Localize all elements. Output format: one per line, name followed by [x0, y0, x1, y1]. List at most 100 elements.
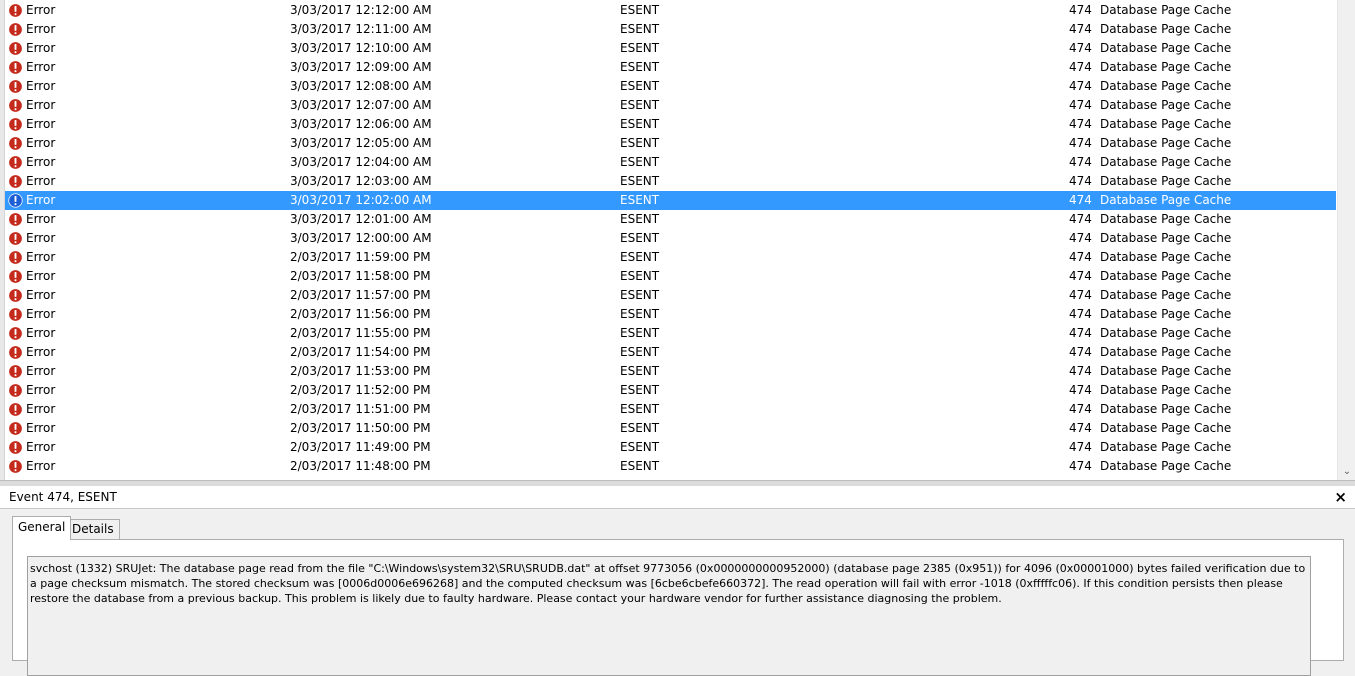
event-id-cell: 474: [1069, 3, 1092, 17]
event-id-cell: 474: [1069, 440, 1092, 454]
event-id-cell: 474: [1069, 421, 1092, 435]
level-cell: Error: [26, 3, 56, 17]
table-row[interactable]: Error 2/03/2017 11:54:00 PM ESENT 474 Databa…: [5, 343, 1336, 362]
vertical-scrollbar[interactable]: ⌄: [1337, 0, 1355, 480]
event-id-cell: 474: [1069, 117, 1092, 131]
event-id-cell: 474: [1069, 250, 1092, 264]
scroll-down-arrow-icon[interactable]: ⌄: [1338, 465, 1355, 479]
table-row[interactable]: Error 3/03/2017 12:02:00 AM ESENT 474 Databa…: [5, 191, 1336, 210]
level-cell: Error: [26, 193, 56, 207]
error-icon: [8, 440, 23, 455]
source-cell: ESENT: [620, 288, 660, 302]
level-cell: Error: [26, 22, 56, 36]
error-icon: [8, 345, 23, 360]
event-description[interactable]: svchost (1332) SRUJet: The database page…: [27, 556, 1311, 676]
task-category-cell: Database Page Cache: [1100, 383, 1232, 397]
source-cell: ESENT: [620, 440, 660, 454]
task-category-cell: Database Page Cache: [1100, 22, 1232, 36]
table-row[interactable]: Error 3/03/2017 12:07:00 AM ESENT 474 Databa…: [5, 96, 1336, 115]
task-category-cell: Database Page Cache: [1100, 98, 1232, 112]
table-row[interactable]: Error 3/03/2017 12:06:00 AM ESENT 474 Databa…: [5, 115, 1336, 134]
level-cell: Error: [26, 250, 56, 264]
table-row[interactable]: Error 3/03/2017 12:09:00 AM ESENT 474 Databa…: [5, 58, 1336, 77]
error-icon: [8, 402, 23, 417]
task-category-cell: Database Page Cache: [1100, 307, 1232, 321]
table-row[interactable]: Error 3/03/2017 12:00:00 AM ESENT 474 Databa…: [5, 229, 1336, 248]
level-cell: Error: [26, 98, 56, 112]
error-icon: [8, 193, 23, 208]
date-cell: 2/03/2017 11:57:00 PM: [290, 288, 431, 302]
date-cell: 3/03/2017 12:10:00 AM: [290, 41, 432, 55]
task-category-cell: Database Page Cache: [1100, 79, 1232, 93]
level-cell: Error: [26, 231, 56, 245]
level-cell: Error: [26, 117, 56, 131]
task-category-cell: Database Page Cache: [1100, 250, 1232, 264]
table-row[interactable]: Error 3/03/2017 12:01:00 AM ESENT 474 Databa…: [5, 210, 1336, 229]
task-category-cell: Database Page Cache: [1100, 193, 1232, 207]
level-cell: Error: [26, 383, 56, 397]
date-cell: 2/03/2017 11:52:00 PM: [290, 383, 431, 397]
event-list[interactable]: Error 3/03/2017 12:12:00 AM ESENT 474 Databa…: [5, 1, 1336, 476]
task-category-cell: Database Page Cache: [1100, 136, 1232, 150]
source-cell: ESENT: [620, 136, 660, 150]
close-icon[interactable]: ×: [1334, 486, 1347, 508]
level-cell: Error: [26, 440, 56, 454]
source-cell: ESENT: [620, 41, 660, 55]
tab-details[interactable]: Details: [66, 519, 120, 539]
event-id-cell: 474: [1069, 231, 1092, 245]
source-cell: ESENT: [620, 174, 660, 188]
error-icon: [8, 383, 23, 398]
table-row[interactable]: Error 2/03/2017 11:59:00 PM ESENT 474 Databa…: [5, 248, 1336, 267]
date-cell: 2/03/2017 11:49:00 PM: [290, 440, 431, 454]
table-row[interactable]: Error 2/03/2017 11:56:00 PM ESENT 474 Databa…: [5, 305, 1336, 324]
table-row[interactable]: Error 3/03/2017 12:08:00 AM ESENT 474 Databa…: [5, 77, 1336, 96]
task-category-cell: Database Page Cache: [1100, 269, 1232, 283]
event-id-cell: 474: [1069, 345, 1092, 359]
date-cell: 3/03/2017 12:07:00 AM: [290, 98, 432, 112]
event-id-cell: 474: [1069, 212, 1092, 226]
table-row[interactable]: Error 2/03/2017 11:51:00 PM ESENT 474 Databa…: [5, 400, 1336, 419]
error-icon: [8, 136, 23, 151]
detail-title: Event 474, ESENT: [9, 490, 117, 504]
date-cell: 2/03/2017 11:50:00 PM: [290, 421, 431, 435]
table-row[interactable]: Error 2/03/2017 11:53:00 PM ESENT 474 Databa…: [5, 362, 1336, 381]
event-id-cell: 474: [1069, 364, 1092, 378]
table-row[interactable]: Error 3/03/2017 12:03:00 AM ESENT 474 Databa…: [5, 172, 1336, 191]
event-id-cell: 474: [1069, 193, 1092, 207]
source-cell: ESENT: [620, 326, 660, 340]
event-id-cell: 474: [1069, 383, 1092, 397]
level-cell: Error: [26, 136, 56, 150]
event-id-cell: 474: [1069, 136, 1092, 150]
tab-general[interactable]: General: [12, 516, 72, 540]
table-row[interactable]: Error 3/03/2017 12:04:00 AM ESENT 474 Databa…: [5, 153, 1336, 172]
table-row[interactable]: Error 2/03/2017 11:49:00 PM ESENT 474 Databa…: [5, 438, 1336, 457]
task-category-cell: Database Page Cache: [1100, 364, 1232, 378]
date-cell: 3/03/2017 12:04:00 AM: [290, 155, 432, 169]
table-row[interactable]: Error 3/03/2017 12:12:00 AM ESENT 474 Databa…: [5, 1, 1336, 20]
table-row[interactable]: Error 3/03/2017 12:11:00 AM ESENT 474 Databa…: [5, 20, 1336, 39]
source-cell: ESENT: [620, 250, 660, 264]
table-row[interactable]: Error 2/03/2017 11:57:00 PM ESENT 474 Databa…: [5, 286, 1336, 305]
table-row[interactable]: Error 2/03/2017 11:50:00 PM ESENT 474 Databa…: [5, 419, 1336, 438]
table-row[interactable]: Error 3/03/2017 12:05:00 AM ESENT 474 Databa…: [5, 134, 1336, 153]
task-category-cell: Database Page Cache: [1100, 402, 1232, 416]
date-cell: 2/03/2017 11:58:00 PM: [290, 269, 431, 283]
event-id-cell: 474: [1069, 98, 1092, 112]
table-row[interactable]: Error 2/03/2017 11:52:00 PM ESENT 474 Databa…: [5, 381, 1336, 400]
source-cell: ESENT: [620, 459, 660, 473]
task-category-cell: Database Page Cache: [1100, 212, 1232, 226]
table-row[interactable]: Error 2/03/2017 11:58:00 PM ESENT 474 Databa…: [5, 267, 1336, 286]
task-category-cell: Database Page Cache: [1100, 155, 1232, 169]
task-category-cell: Database Page Cache: [1100, 3, 1232, 17]
date-cell: 3/03/2017 12:00:00 AM: [290, 231, 432, 245]
event-id-cell: 474: [1069, 307, 1092, 321]
task-category-cell: Database Page Cache: [1100, 60, 1232, 74]
table-row[interactable]: Error 3/03/2017 12:10:00 AM ESENT 474 Databa…: [5, 39, 1336, 58]
error-icon: [8, 307, 23, 322]
error-icon: [8, 155, 23, 170]
source-cell: ESENT: [620, 98, 660, 112]
table-row[interactable]: Error 2/03/2017 11:55:00 PM ESENT 474 Databa…: [5, 324, 1336, 343]
event-id-cell: 474: [1069, 79, 1092, 93]
table-row[interactable]: Error 2/03/2017 11:48:00 PM ESENT 474 Databa…: [5, 457, 1336, 476]
event-id-cell: 474: [1069, 22, 1092, 36]
